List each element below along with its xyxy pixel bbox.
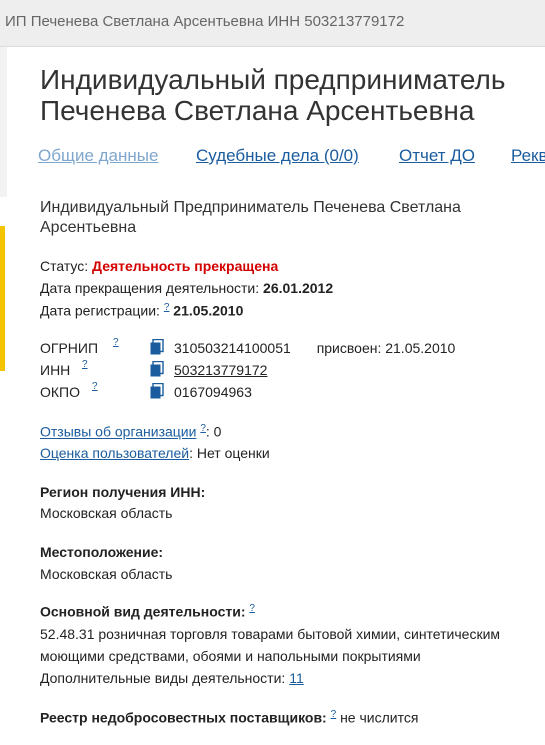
status-badge: Деятельность прекращена	[92, 258, 279, 274]
page-header-bar: ИП Печенева Светлана Арсентьевна ИНН 503…	[0, 0, 545, 47]
page-title-line2: Печенева Светлана Арсентьевна	[40, 95, 475, 126]
region-title: Регион получения ИНН:	[40, 484, 206, 500]
page-title: Индивидуальный предприниматель Печенева …	[40, 64, 505, 126]
ogrnip-value: 310503214100051 присвоен: 21.05.2010	[174, 340, 455, 356]
termination-label: Дата прекращения деятельности:	[40, 280, 260, 296]
registry-row: Реестр недобросовестных поставщиков: ? н…	[40, 709, 418, 726]
ogrnip-help-link[interactable]: ?	[113, 337, 119, 348]
tab-report[interactable]: Отчет ДО	[399, 146, 475, 166]
registry-title: Реестр недобросовестных поставщиков:	[40, 709, 327, 726]
location-value: Московская область	[40, 566, 173, 582]
page-header-title: ИП Печенева Светлана Арсентьевна ИНН 503…	[5, 13, 405, 30]
activity-line2: моющими средствами, обоями и напольными …	[40, 648, 421, 664]
reviews-link[interactable]: Отзывы об организации	[40, 424, 196, 440]
activity-title-row: Основной вид деятельности: ?	[40, 603, 255, 620]
status-row: Статус: Деятельность прекращена	[40, 258, 278, 274]
okpo-label: ОКПО	[40, 384, 80, 400]
registration-row: Дата регистрации: ? 21.05.2010	[40, 302, 243, 319]
rating-link[interactable]: Оценка пользователей	[40, 445, 189, 461]
registry-help-link[interactable]: ?	[331, 709, 337, 720]
termination-row: Дата прекращения деятельности: 26.01.201…	[40, 280, 333, 296]
copy-icon[interactable]	[150, 361, 164, 377]
copy-icon[interactable]	[150, 339, 164, 355]
tab-general-data[interactable]: Общие данные	[38, 146, 158, 166]
ogrnip-label: ОГРНИП	[40, 340, 99, 356]
tab-requisites[interactable]: Рекв	[511, 146, 545, 166]
full-name: Индивидуальный Предприниматель Печенева …	[40, 199, 461, 236]
rating-row: Оценка пользователей: Нет оценки	[40, 445, 270, 461]
page-title-line1: Индивидуальный предприниматель	[40, 64, 506, 95]
registration-help-link[interactable]: ?	[164, 302, 170, 313]
okpo-help-link[interactable]: ?	[92, 381, 98, 392]
activity-line1: 52.48.31 розничная торговля товарами быт…	[40, 626, 501, 642]
registration-date: 21.05.2010	[173, 302, 244, 319]
activity-title: Основной вид деятельности:	[40, 603, 246, 620]
status-label: Статус:	[40, 258, 89, 274]
copy-icon[interactable]	[150, 383, 164, 399]
termination-date: 26.01.2012	[263, 280, 334, 296]
inn-label: ИНН	[40, 362, 71, 378]
registry-value: не числится	[340, 709, 419, 726]
yellow-accent-bar	[0, 226, 5, 371]
left-edge-strip	[0, 47, 7, 197]
activity-help-link[interactable]: ?	[249, 603, 255, 614]
okpo-value: 0167094963	[174, 384, 252, 400]
extra-activities-link[interactable]: 11	[289, 670, 304, 686]
inn-value-link[interactable]: 503213779172	[174, 362, 267, 378]
extra-activities-row: Дополнительные виды деятельности: 11	[40, 670, 304, 686]
location-title: Местоположение:	[40, 544, 164, 560]
ogrnip-number: 310503214100051	[174, 340, 291, 356]
inn-help-link[interactable]: ?	[82, 359, 88, 370]
region-value: Московская область	[40, 505, 173, 521]
reviews-row: Отзывы об организации ?: 0	[40, 423, 221, 440]
extra-activities-label: Дополнительные виды деятельности:	[40, 670, 286, 686]
registration-label: Дата регистрации:	[40, 302, 160, 319]
reviews-count: : 0	[205, 423, 222, 440]
ogrnip-assigned: присвоен: 21.05.2010	[316, 340, 456, 356]
tab-court-cases[interactable]: Судебные дела (0/0)	[196, 146, 359, 166]
rating-value: : Нет оценки	[189, 445, 270, 461]
